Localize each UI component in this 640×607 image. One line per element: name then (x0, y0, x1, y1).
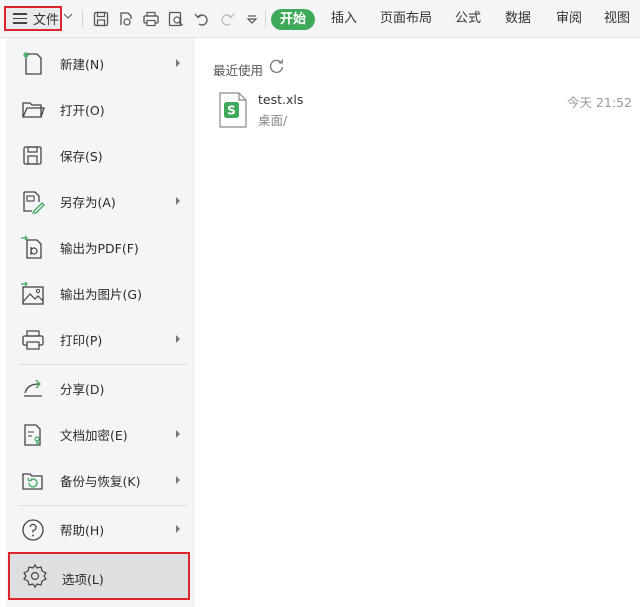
menu-item-print[interactable]: 打印(P) (6, 316, 192, 362)
file-path: 桌面/ (258, 113, 288, 128)
menu-item-save[interactable]: 保存(S) (6, 132, 192, 178)
file-timestamp: 今天 21:52 (567, 95, 632, 110)
menu-item-backup[interactable]: 备份与恢复(K) (6, 457, 192, 503)
menu-item-label: 分享(D) (60, 382, 105, 397)
menu-item-label: 输出为图片(G) (60, 287, 142, 302)
menu-item-label: 输出为PDF(F) (60, 241, 139, 256)
submenu-arrow-icon (176, 59, 180, 67)
submenu-arrow-icon (176, 525, 180, 533)
export-icon[interactable] (116, 9, 136, 29)
file-menu-button[interactable]: 文件 (4, 6, 62, 31)
tab-review[interactable]: 审阅 (556, 10, 582, 28)
refresh-icon[interactable] (268, 58, 285, 75)
redo-icon[interactable] (217, 9, 237, 29)
save-icon (23, 146, 42, 165)
tab-page-layout[interactable]: 页面布局 (380, 10, 432, 28)
submenu-arrow-icon (176, 197, 180, 205)
toolbar-divider (265, 10, 266, 28)
submenu-arrow-icon (176, 430, 180, 438)
chevron-down-icon[interactable] (64, 12, 72, 20)
tab-data[interactable]: 数据 (505, 10, 531, 28)
encrypt-icon (24, 424, 41, 446)
menu-item-open[interactable]: 打开(O) (6, 86, 192, 132)
menu-item-label: 打开(O) (60, 103, 105, 118)
print-preview-icon[interactable] (166, 9, 186, 29)
menu-item-label: 新建(N) (60, 57, 105, 72)
tab-insert[interactable]: 插入 (331, 10, 357, 28)
menu-item-export-image[interactable]: 输出为图片(G) (6, 270, 192, 316)
help-icon (22, 519, 44, 541)
hamburger-icon (13, 13, 27, 24)
toolbar-divider (82, 10, 83, 28)
customize-icon[interactable] (242, 9, 262, 29)
top-toolbar: 文件 开始 插入 页面布局 公式 数据 审阅 视图 (0, 0, 640, 38)
file-menu-panel: 新建(N) 打开(O) 保存(S) 另存为(A) 输出为PDF(F) 输出为图片… (6, 38, 194, 607)
file-name: test.xls (258, 92, 304, 107)
menu-item-encrypt[interactable]: 文档加密(E) (6, 411, 192, 457)
tab-home[interactable]: 开始 (271, 9, 316, 30)
menu-item-label: 文档加密(E) (60, 428, 128, 443)
recent-file-row[interactable]: S test.xls 桌面/ 今天 21:52 (212, 88, 632, 132)
export-image-icon (21, 281, 44, 305)
print-icon[interactable] (141, 9, 161, 29)
menu-item-share[interactable]: 分享(D) (6, 365, 192, 411)
spreadsheet-file-icon: S (219, 92, 247, 128)
menu-item-label: 帮助(H) (60, 523, 105, 538)
menu-item-label: 备份与恢复(K) (60, 474, 141, 489)
save-as-icon (23, 191, 45, 214)
gear-icon (23, 563, 47, 589)
menu-item-label: 保存(S) (60, 149, 103, 164)
file-menu-label: 文件 (33, 13, 60, 28)
new-file-icon (23, 52, 42, 75)
backup-icon (22, 473, 43, 490)
menu-item-new[interactable]: 新建(N) (6, 40, 192, 86)
menu-item-options[interactable]: 选项(L) (8, 552, 190, 600)
menu-item-export-pdf[interactable]: 输出为PDF(F) (6, 224, 192, 270)
save-icon[interactable] (91, 9, 111, 29)
recent-section-title: 最近使用 (213, 63, 264, 78)
submenu-arrow-icon (176, 335, 180, 343)
open-folder-icon (22, 102, 45, 118)
share-icon (24, 379, 42, 397)
tab-formulas[interactable]: 公式 (455, 10, 481, 28)
menu-item-label: 打印(P) (60, 333, 103, 348)
menu-item-save-as[interactable]: 另存为(A) (6, 178, 192, 224)
submenu-arrow-icon (176, 476, 180, 484)
tab-view[interactable]: 视图 (604, 10, 630, 28)
undo-icon[interactable] (192, 9, 212, 29)
svg-text:S: S (227, 104, 236, 118)
export-pdf-icon (21, 235, 42, 259)
menu-item-help[interactable]: 帮助(H) (6, 506, 192, 552)
menu-item-label: 选项(L) (62, 572, 104, 587)
print-icon (22, 330, 44, 350)
menu-item-label: 另存为(A) (60, 195, 116, 210)
